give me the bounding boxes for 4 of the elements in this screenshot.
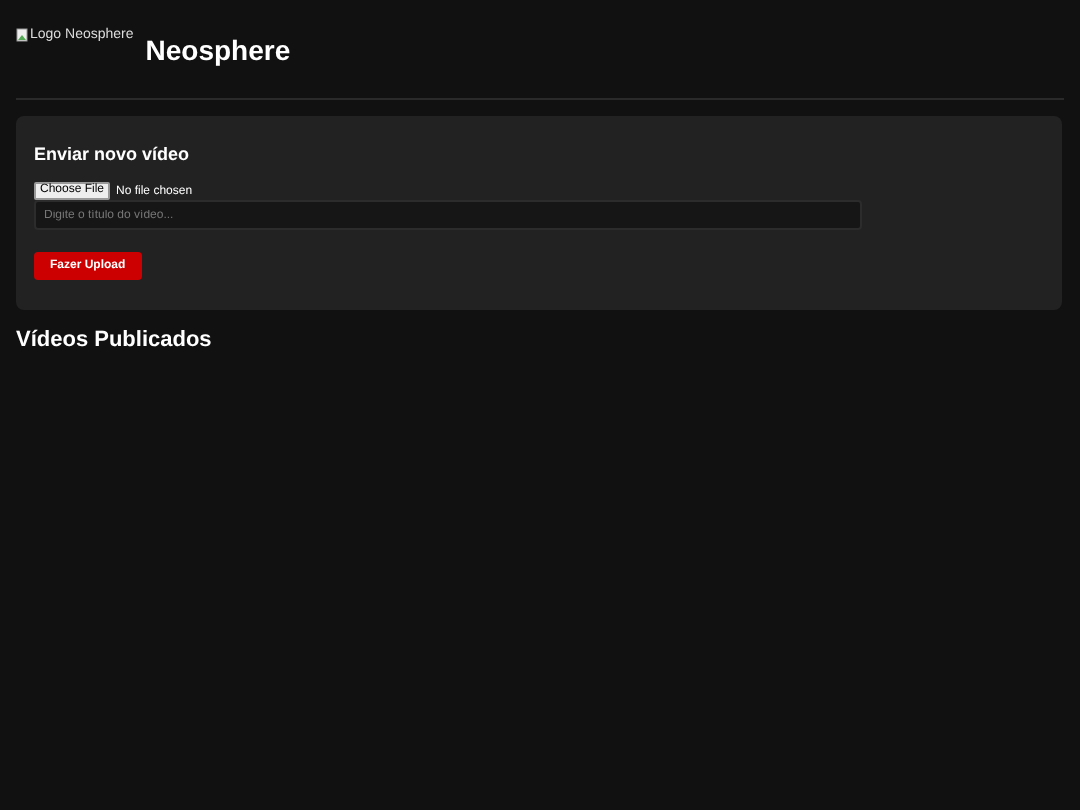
site-title: Neosphere (145, 34, 291, 66)
broken-image-icon (16, 28, 28, 42)
section-title: Vídeos Publicados (16, 328, 214, 352)
card-title: Enviar novo vídeo (34, 144, 192, 164)
